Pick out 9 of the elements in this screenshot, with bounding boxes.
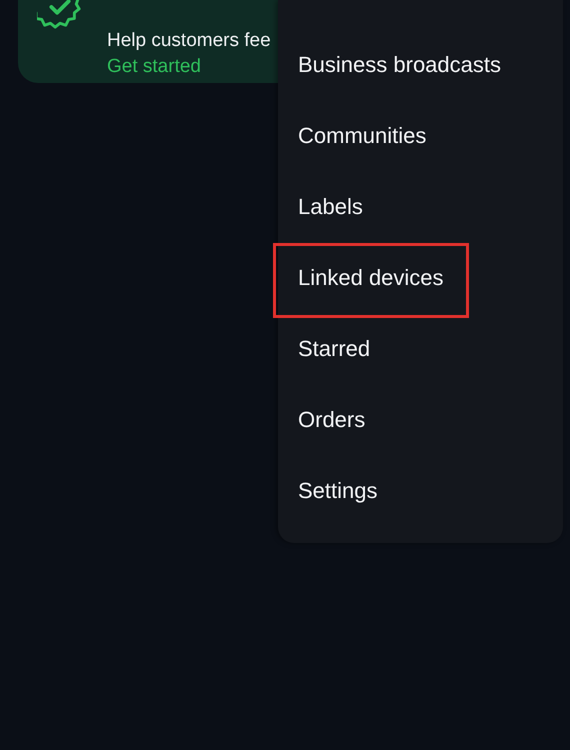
menu-item[interactable]: Starred [278, 313, 563, 384]
menu-item[interactable]: Linked devices [278, 242, 563, 313]
menu-item[interactable]: Communities [278, 100, 563, 171]
menu-item[interactable]: Settings [278, 455, 563, 526]
get-started-link[interactable]: Get started [107, 56, 201, 78]
banner-text: Help customers fee [107, 30, 271, 52]
menu-item[interactable]: Business broadcasts [278, 29, 563, 100]
menu-item[interactable]: Labels [278, 171, 563, 242]
menu-item[interactable]: Orders [278, 384, 563, 455]
